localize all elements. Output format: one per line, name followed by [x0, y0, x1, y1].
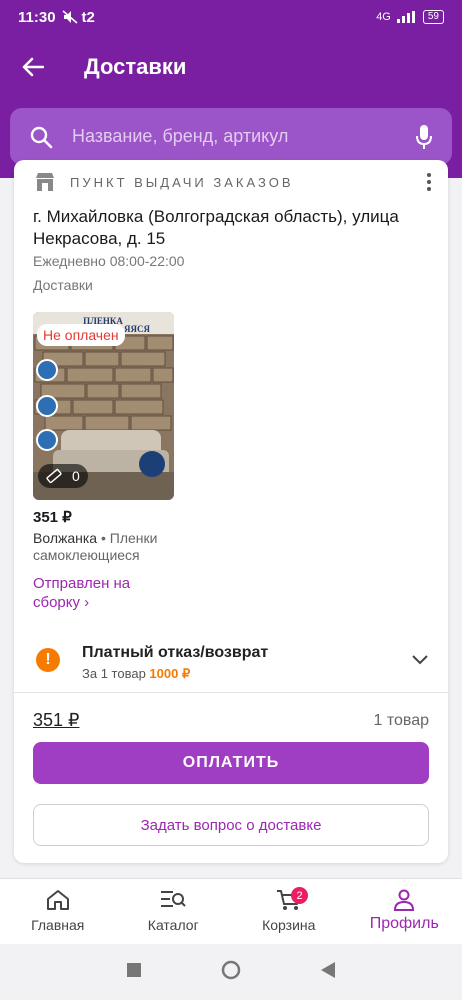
arrow-left-icon: [22, 57, 44, 77]
signal-icon: [396, 11, 415, 23]
cart-badge: 2: [291, 887, 308, 904]
nav-home[interactable]: Главная: [0, 879, 116, 944]
carrier-label: t2: [81, 8, 95, 26]
order-status-link[interactable]: Отправлен на сборку ›: [33, 574, 163, 612]
refund-prefix: За 1 товар: [82, 666, 146, 681]
item-count: 1 товар: [373, 712, 429, 729]
brand-name: Волжанка: [33, 530, 98, 546]
search-placeholder: Название, бренд, артикул: [72, 126, 289, 146]
pickup-address: г. Михайловка (Волгоградская область), у…: [33, 207, 399, 248]
bottom-nav: Главная Каталог 2 Корзина Профиль: [0, 878, 462, 944]
pay-button[interactable]: ОПЛАТИТЬ: [33, 742, 429, 784]
deliveries-label: Доставки: [33, 277, 93, 293]
nav-label: Каталог: [147, 917, 199, 933]
status-time: 11:30: [18, 8, 56, 26]
ask-question-button[interactable]: Задать вопрос о доставке: [33, 804, 429, 846]
circle-icon: [221, 960, 241, 979]
refund-amount: 1000 ₽: [149, 666, 191, 681]
home-system-button[interactable]: [221, 960, 241, 985]
nav-catalog[interactable]: Каталог: [116, 879, 232, 944]
nav-label: Главная: [31, 917, 85, 933]
nav-label: Корзина: [262, 917, 316, 933]
pickup-hours: Ежедневно 08:00-22:00: [33, 253, 185, 269]
search-input[interactable]: Название, бренд, артикул: [10, 108, 452, 165]
mic-icon[interactable]: [396, 124, 452, 150]
back-button[interactable]: [0, 34, 66, 100]
network-label: 4G: [376, 11, 391, 23]
total-price: 351 ₽: [33, 710, 80, 730]
image-text-top2: ЯЯСЯ: [124, 324, 150, 334]
divider: [14, 692, 448, 693]
triangle-back-icon: [321, 961, 335, 978]
search-icon: [10, 125, 72, 149]
rating-count: 0: [72, 468, 80, 484]
app-header: Доставки: [0, 34, 462, 100]
store-icon: [36, 173, 54, 191]
home-icon: [46, 890, 69, 910]
chevron-down-icon[interactable]: [412, 652, 428, 670]
pickup-header: ПУНКТ ВЫДАЧИ ЗАКАЗОВ: [34, 172, 293, 192]
profile-icon: [394, 889, 415, 911]
refund-title: Платный отказ/возврат: [82, 644, 269, 661]
unpaid-badge: Не оплачен: [37, 324, 125, 346]
mute-icon: [62, 10, 78, 24]
nav-cart[interactable]: 2 Корзина: [231, 879, 347, 944]
back-system-button[interactable]: [321, 961, 335, 983]
refund-row[interactable]: ! Платный отказ/возврат За 1 товар 1000 …: [14, 630, 448, 690]
battery-icon: 59: [422, 10, 444, 24]
status-bar: 11:30 t2 4G 59: [0, 0, 462, 34]
nav-label: Профиль: [369, 915, 439, 932]
delivery-card: ПУНКТ ВЫДАЧИ ЗАКАЗОВ г. Михайловка (Волг…: [14, 160, 448, 863]
refund-subtitle: За 1 товар 1000 ₽: [82, 666, 190, 682]
page-title: Доставки: [84, 54, 187, 79]
product-image[interactable]: ПЛЕНКА ЯЯСЯ Не оплачен 0: [33, 312, 174, 500]
pickup-label: ПУНКТ ВЫДАЧИ ЗАКАЗОВ: [70, 174, 294, 190]
rating-badge: 0: [38, 464, 88, 488]
system-nav: [0, 944, 462, 1000]
nav-profile[interactable]: Профиль: [347, 879, 462, 944]
square-icon: [127, 962, 141, 977]
more-icon[interactable]: [426, 172, 432, 197]
warning-icon: !: [36, 648, 60, 672]
ruler-icon: [46, 468, 62, 484]
recents-button[interactable]: [127, 962, 141, 982]
catalog-icon: [161, 891, 186, 907]
product-price: 351 ₽: [33, 509, 72, 526]
product-brand: Волжанка • Пленки самоклеющиеся: [33, 530, 158, 563]
